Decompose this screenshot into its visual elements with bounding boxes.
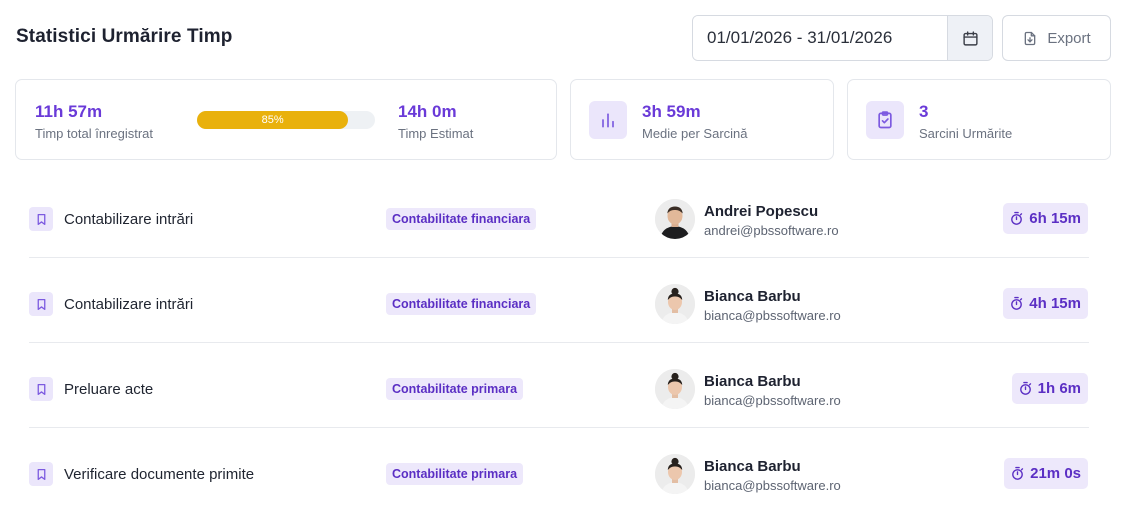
- average-label: Medie per Sarcină: [642, 126, 748, 141]
- category-tag: Contabilitate primara: [386, 463, 524, 485]
- bar-chart-icon: [602, 113, 614, 128]
- user-name: Bianca Barbu: [704, 288, 801, 305]
- row-divider: [29, 257, 1089, 258]
- progress-fill: 85%: [197, 111, 349, 129]
- stopwatch-icon: [1011, 296, 1023, 310]
- user-name: Bianca Barbu: [704, 373, 801, 390]
- female-avatar: [655, 284, 695, 324]
- duration-value: 21m 0s: [1030, 465, 1081, 482]
- avatar: [655, 199, 695, 239]
- avatar: [655, 284, 695, 324]
- task-name: Preluare acte: [64, 381, 154, 398]
- avatar: [655, 454, 695, 494]
- row-divider: [29, 342, 1089, 343]
- average-value: 3h 59m: [642, 102, 701, 121]
- stopwatch-icon: [1011, 211, 1023, 225]
- duration-value: 6h 15m: [1029, 210, 1081, 227]
- page-title: Statistici Urmărire Timp: [16, 26, 233, 47]
- user-email: bianca@pbssoftware.ro: [704, 308, 841, 323]
- female-avatar: [655, 454, 695, 494]
- tracked-tasks-card: 3 Sarcini Urmărite: [847, 79, 1111, 160]
- task-row[interactable]: Verificare documente primite Contabilita…: [0, 430, 1127, 515]
- stopwatch-icon: [1012, 466, 1024, 480]
- duration-badge: 4h 15m: [1003, 288, 1088, 319]
- duration-badge: 6h 15m: [1003, 203, 1088, 234]
- task-name: Contabilizare intrări: [64, 211, 194, 228]
- bookmark-icon: [37, 213, 45, 225]
- header: Statistici Urmărire Timp Export: [0, 0, 1127, 76]
- date-range-picker[interactable]: [692, 15, 993, 61]
- task-name: Verificare documente primite: [64, 466, 255, 483]
- duration-value: 4h 15m: [1029, 295, 1081, 312]
- bookmark-button[interactable]: [29, 462, 53, 486]
- calendar-button[interactable]: [947, 16, 992, 60]
- clipboard-check-icon: [878, 111, 892, 129]
- task-row[interactable]: Preluare acte Contabilitate primara Bian…: [0, 345, 1127, 430]
- bookmark-button[interactable]: [29, 377, 53, 401]
- bookmark-icon: [37, 468, 45, 480]
- duration-badge: 21m 0s: [1004, 458, 1088, 489]
- estimate-label: Timp Estimat: [398, 126, 474, 141]
- user-name: Andrei Popescu: [704, 203, 819, 220]
- file-download-icon: [1024, 31, 1036, 45]
- row-divider: [29, 427, 1089, 428]
- total-time-value: 11h 57m: [35, 102, 103, 121]
- user-email: bianca@pbssoftware.ro: [704, 393, 841, 408]
- task-name: Contabilizare intrări: [64, 296, 194, 313]
- female-avatar: [655, 369, 695, 409]
- bookmark-button[interactable]: [29, 292, 53, 316]
- calendar-icon: [962, 30, 978, 46]
- average-icon-box: [589, 101, 627, 139]
- progress-label: 85%: [261, 114, 284, 126]
- bookmark-icon: [37, 383, 45, 395]
- male-avatar: [655, 199, 695, 239]
- export-label: Export: [1047, 29, 1091, 47]
- bookmark-icon: [37, 298, 45, 310]
- user-email: andrei@pbssoftware.ro: [704, 223, 839, 238]
- duration-badge: 1h 6m: [1011, 373, 1088, 404]
- tracked-value: 3: [919, 102, 929, 121]
- avatar: [655, 369, 695, 409]
- date-range-input[interactable]: [693, 16, 947, 60]
- bookmark-button[interactable]: [29, 207, 53, 231]
- category-tag: Contabilitate financiara: [386, 293, 537, 315]
- user-name: Bianca Barbu: [704, 458, 801, 475]
- total-time-label: Timp total înregistrat: [35, 126, 154, 141]
- total-time-card: 11h 57m Timp total înregistrat 85% 14h 0…: [15, 79, 557, 160]
- user-email: bianca@pbssoftware.ro: [704, 478, 841, 493]
- tracked-icon-box: [866, 101, 904, 139]
- category-tag: Contabilitate primara: [386, 378, 524, 400]
- duration-value: 1h 6m: [1037, 380, 1081, 397]
- progress-bar: 85%: [197, 111, 375, 129]
- category-tag: Contabilitate financiara: [386, 208, 537, 230]
- task-row[interactable]: Contabilizare intrări Contabilitate fina…: [0, 175, 1127, 260]
- tracked-label: Sarcini Urmărite: [919, 126, 1013, 141]
- export-button[interactable]: Export: [1002, 15, 1111, 61]
- average-card: 3h 59m Medie per Sarcină: [570, 79, 834, 160]
- estimate-value: 14h 0m: [398, 102, 457, 121]
- task-row[interactable]: Contabilizare intrări Contabilitate fina…: [0, 260, 1127, 345]
- stopwatch-icon: [1019, 381, 1031, 395]
